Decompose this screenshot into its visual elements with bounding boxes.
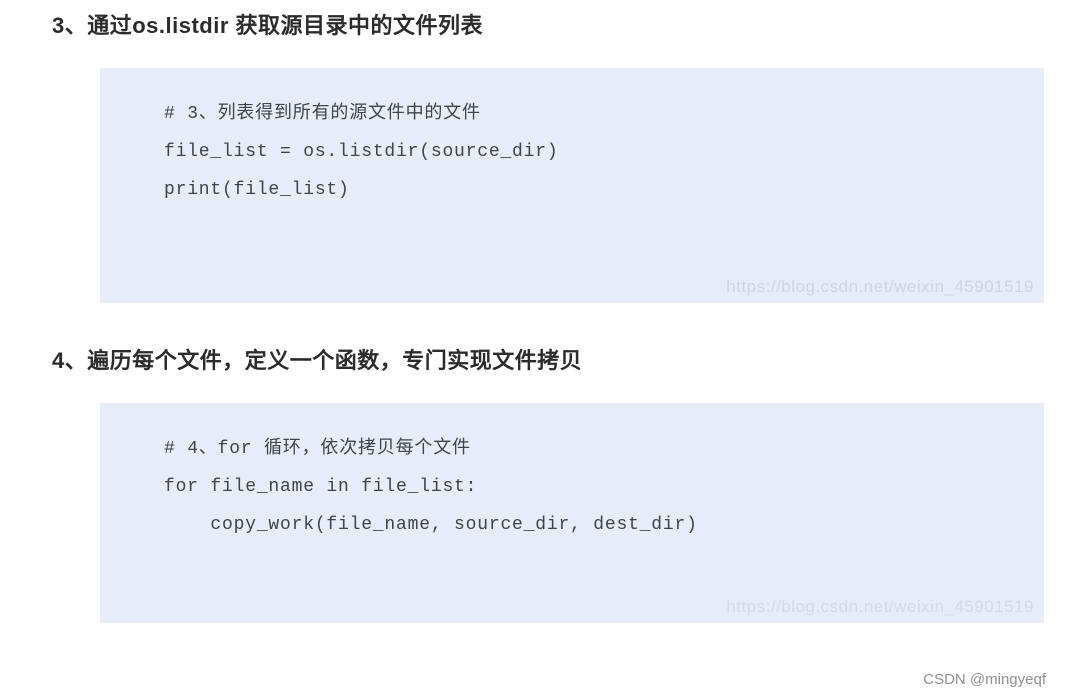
code-block-3: # 3、列表得到所有的源文件中的文件 file_list = os.listdi…	[100, 68, 1044, 303]
footer-watermark: CSDN @mingyeqf	[923, 671, 1046, 688]
section-heading-4: 4、遍历每个文件，定义一个函数，专门实现文件拷贝	[52, 343, 1070, 375]
code-block-4: # 4、for 循环，依次拷贝每个文件 for file_name in fil…	[100, 403, 1044, 623]
code-line: # 4、for 循环，依次拷贝每个文件	[164, 431, 1044, 469]
watermark-text: https://blog.csdn.net/weixin_45901519	[726, 277, 1034, 297]
code-line: for file_name in file_list:	[164, 469, 1044, 507]
code-line: copy_work(file_name, source_dir, dest_di…	[164, 507, 1044, 545]
code-line: # 3、列表得到所有的源文件中的文件	[164, 96, 1044, 134]
code-line: file_list = os.listdir(source_dir)	[164, 134, 1044, 172]
section-heading-3: 3、通过os.listdir 获取源目录中的文件列表	[52, 8, 1070, 40]
watermark-text: https://blog.csdn.net/weixin_45901519	[726, 597, 1034, 617]
code-line: print(file_list)	[164, 172, 1044, 210]
